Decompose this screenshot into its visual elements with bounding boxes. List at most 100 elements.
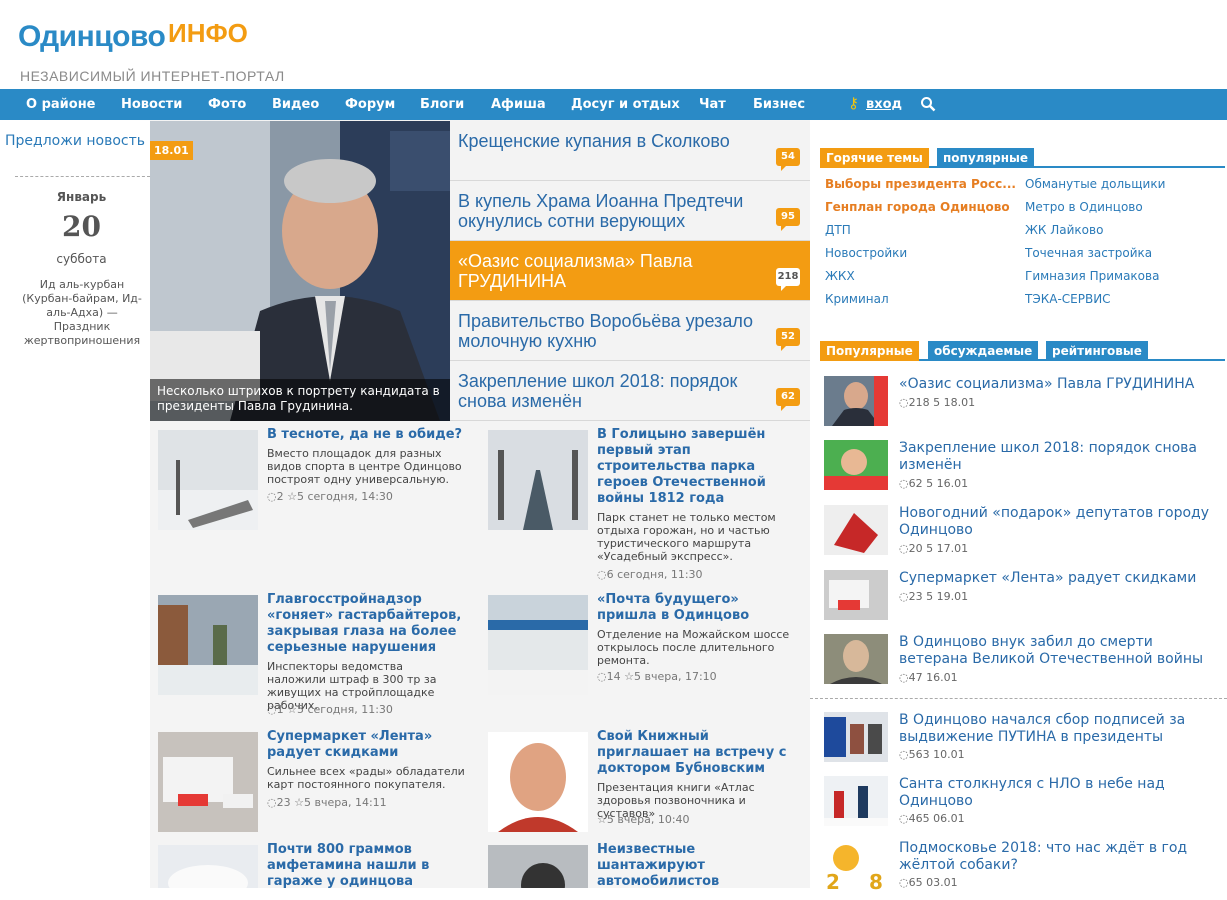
nav-item-chat[interactable]: Чат [699,89,726,120]
top-headline-title[interactable]: Закрепление школ 2018: порядок снова изм… [458,371,778,411]
hot-topic-link[interactable]: Гимназия Примакова [1025,265,1159,288]
search-icon[interactable] [920,96,936,112]
news-thumbnail[interactable] [158,430,258,530]
popular-thumbnail[interactable] [824,776,888,826]
top-headline[interactable]: Закрепление школ 2018: порядок снова изм… [450,361,810,421]
popular-item[interactable]: «Оазис социализма» Павла ГРУДИНИНА ◌218 … [824,376,1224,436]
news-item[interactable]: Главгосстройнадзор «гоняет» гастарбайтер… [150,585,470,720]
popular-title[interactable]: В Одинцово начался сбор подписей за выдв… [899,712,1224,746]
news-desc: Отделение на Можайском шоссе открылось п… [597,628,790,667]
nav-item-business[interactable]: Бизнес [753,89,805,120]
popular-title[interactable]: Новогодний «подарок» депутатов городу Од… [899,505,1224,539]
news-title[interactable]: Почти 800 граммов амфетамина нашли в гар… [267,842,465,890]
hot-topic-link[interactable]: Выборы президента Росс... [825,173,1015,196]
hot-topic-link[interactable]: ЖКХ [825,265,855,288]
popular-item[interactable]: Санта столкнулся с НЛО в небе над Одинцо… [824,776,1224,836]
nav-item-forum[interactable]: Форум [345,89,395,120]
hot-topic-link[interactable]: ЖК Лайково [1025,219,1103,242]
top-headline-title[interactable]: «Оазис социализма» Павла ГРУДИНИНА [458,251,778,291]
popular-title[interactable]: В Одинцово внук забил до смерти ветерана… [899,634,1224,668]
hot-topic-link[interactable]: Точечная застройка [1025,242,1152,265]
nav-item-blogs[interactable]: Блоги [420,89,464,120]
news-item[interactable]: Супермаркет «Лента» радует скидками Силь… [150,722,470,837]
popular-thumbnail[interactable] [824,440,888,490]
tab-rated[interactable]: рейтинговые [1046,341,1148,361]
tab-discussed[interactable]: обсуждаемые [928,341,1039,361]
popular-thumbnail[interactable]: 28 [824,840,888,890]
tab-hot-topics[interactable]: Горячие темы [820,148,929,168]
nav-item-about[interactable]: О районе [26,89,96,120]
hot-topic-link[interactable]: Новостройки [825,242,907,265]
news-item[interactable]: Свой Книжный приглашает на встречу с док… [480,722,800,837]
popular-meta-text: 563 10.01 [908,748,965,761]
popular-item[interactable]: В Одинцово начался сбор подписей за выдв… [824,712,1224,772]
news-title[interactable]: Супермаркет «Лента» радует скидками [267,729,465,761]
nav-item-photo[interactable]: Фото [208,89,246,120]
comment-icon: ◌ [267,796,277,809]
logo-info-text: ИНФО [168,18,248,48]
tab-popular[interactable]: Популярные [820,341,919,361]
popular-title[interactable]: Санта столкнулся с НЛО в небе над Одинцо… [899,776,1224,810]
popular-item[interactable]: 28 Подмосковье 2018: что нас ждёт в год … [824,840,1224,900]
hot-topic-link[interactable]: Метро в Одинцово [1025,196,1143,219]
news-thumbnail[interactable] [488,845,588,888]
popular-item[interactable]: Новогодний «подарок» депутатов городу Од… [824,505,1224,565]
popular-title[interactable]: Закрепление школ 2018: порядок снова изм… [899,440,1224,474]
news-thumbnail[interactable] [158,732,258,832]
site-logo[interactable]: Одинцово ИНФО НЕЗАВИСИМЫЙ ИНТЕРНЕТ-ПОРТА… [18,18,284,84]
news-thumbnail[interactable] [488,430,588,530]
hot-topic-link[interactable]: Обманутые дольщики [1025,173,1165,196]
popular-item[interactable]: Супермаркет «Лента» радует скидками ◌23 … [824,570,1224,630]
tab-popular-topics[interactable]: популярные [937,148,1035,168]
news-item[interactable]: Неизвестные шантажируют автомобилистов [480,835,800,890]
popular-item[interactable]: Закрепление школ 2018: порядок снова изм… [824,440,1224,500]
nav-item-video[interactable]: Видео [272,89,319,120]
rating: 5 [606,813,614,826]
hero-news[interactable]: 18.01 Несколько штрихов к портрету канди… [150,121,450,421]
login-link[interactable]: вход [866,89,902,120]
news-title[interactable]: Свой Книжный приглашает на встречу с док… [597,729,795,777]
top-headline[interactable]: Крещенские купания в Сколково 54 [450,121,810,181]
popular-thumbnail[interactable] [824,376,888,426]
hot-topic-link[interactable]: Криминал [825,288,889,311]
popular-thumbnail[interactable] [824,505,888,555]
news-item[interactable]: «Почта будущего» пришла в Одинцово Отдел… [480,585,800,720]
top-headline-title[interactable]: В купель Храма Иоанна Предтечи окунулись… [458,191,778,231]
news-title[interactable]: В Голицыно завершён первый этап строител… [597,427,795,507]
news-title[interactable]: Неизвестные шантажируют автомобилистов [597,842,795,890]
top-headline[interactable]: Правительство Воробьёва урезало молочную… [450,301,810,361]
hot-topic-link[interactable]: ДТП [825,219,851,242]
news-item[interactable]: В тесноте, да не в обиде? Вместо площадо… [150,420,470,585]
popular-title[interactable]: «Оазис социализма» Павла ГРУДИНИНА [899,376,1224,393]
popular-thumbnail[interactable] [824,634,888,684]
popular-meta-text: 20 5 17.01 [908,542,969,555]
news-thumbnail[interactable] [488,595,588,695]
hero-caption[interactable]: Несколько штрихов к портрету кандидата в… [150,379,450,421]
news-thumbnail[interactable] [158,845,258,888]
news-item[interactable]: В Голицыно завершён первый этап строител… [480,420,800,585]
nav-item-afisha[interactable]: Афиша [491,89,546,120]
top-headline[interactable]: В купель Храма Иоанна Предтечи окунулись… [450,181,810,241]
news-title[interactable]: В тесноте, да не в обиде? [267,427,465,443]
news-item[interactable]: Почти 800 граммов амфетамина нашли в гар… [150,835,470,890]
news-thumbnail[interactable] [488,732,588,832]
news-title[interactable]: «Почта будущего» пришла в Одинцово [597,592,795,624]
nav-item-leisure[interactable]: Досуг и отдых [571,89,680,120]
main-content: 18.01 Несколько штрихов к портрету канди… [150,120,810,890]
top-headline-title[interactable]: Правительство Воробьёва урезало молочную… [458,311,778,351]
calendar-weekday: суббота [56,252,107,266]
news-thumbnail[interactable] [158,595,258,695]
nav-item-news[interactable]: Новости [121,89,182,120]
top-headline-active[interactable]: «Оазис социализма» Павла ГРУДИНИНА 218 [450,241,810,301]
rating: 5 [633,670,641,683]
popular-item[interactable]: В Одинцово внук забил до смерти ветерана… [824,634,1224,694]
hot-topic-link[interactable]: ТЭКА-СЕРВИС [1025,288,1111,311]
suggest-news-link[interactable]: Предложи новость [0,132,150,151]
news-title[interactable]: Главгосстройнадзор «гоняет» гастарбайтер… [267,592,465,656]
top-headline-title[interactable]: Крещенские купания в Сколково [458,131,778,151]
popular-title[interactable]: Подмосковье 2018: что нас ждёт в год жёл… [899,840,1224,874]
popular-thumbnail[interactable] [824,570,888,620]
popular-title[interactable]: Супермаркет «Лента» радует скидками [899,570,1224,587]
hot-topic-link[interactable]: Генплан города Одинцово [825,196,1015,219]
popular-thumbnail[interactable] [824,712,888,762]
